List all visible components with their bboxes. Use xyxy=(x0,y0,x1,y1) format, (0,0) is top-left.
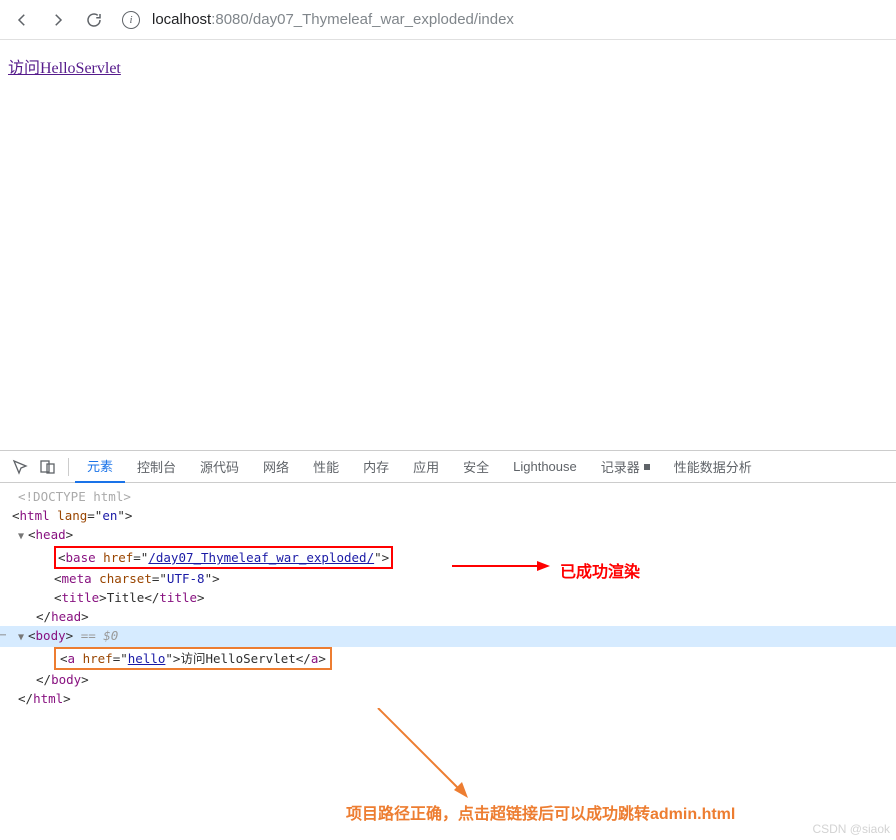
orange-arrow xyxy=(370,708,480,808)
code-line[interactable]: ▼<head> xyxy=(12,525,896,546)
code-line[interactable]: </html> xyxy=(12,689,896,708)
browser-toolbar: i localhost:8080/day07_Thymeleaf_war_exp… xyxy=(0,0,896,40)
tab-perfdata[interactable]: 性能数据分析 xyxy=(662,451,764,483)
url-text: localhost:8080/day07_Thymeleaf_war_explo… xyxy=(152,11,514,28)
devtools-toolbar: 元素 控制台 源代码 网络 性能 内存 应用 安全 Lighthouse 记录器… xyxy=(0,451,896,483)
code-line[interactable]: </body> xyxy=(12,670,896,689)
device-icon[interactable] xyxy=(34,459,62,475)
forward-button[interactable] xyxy=(40,2,76,38)
tab-memory[interactable]: 内存 xyxy=(351,451,401,483)
code-line[interactable]: <html lang="en"> xyxy=(12,506,896,525)
code-line-anchor[interactable]: <a href="hello">访问HelloServlet</a> xyxy=(12,647,896,670)
tab-sources[interactable]: 源代码 xyxy=(188,451,251,483)
tab-recorder[interactable]: 记录器 xyxy=(589,451,662,483)
code-line-selected[interactable]: ▼<body> == $0 xyxy=(0,626,896,647)
annotation-orange: 项目路径正确，点击超链接后可以成功跳转admin.html xyxy=(346,800,735,824)
servlet-link[interactable]: 访问HelloServlet xyxy=(8,60,121,77)
watermark: CSDN @siaok xyxy=(812,822,890,836)
tab-application[interactable]: 应用 xyxy=(401,451,451,483)
tab-security[interactable]: 安全 xyxy=(451,451,501,483)
page-content: 访问HelloServlet xyxy=(0,40,896,450)
arrow-right-icon xyxy=(49,11,67,29)
code-line-base[interactable]: <base href="/day07_Thymeleaf_war_explode… xyxy=(12,546,896,569)
address-bar[interactable]: i localhost:8080/day07_Thymeleaf_war_exp… xyxy=(122,5,892,35)
separator xyxy=(68,458,69,476)
devtools-panel: 元素 控制台 源代码 网络 性能 内存 应用 安全 Lighthouse 记录器… xyxy=(0,450,896,712)
arrow-left-icon xyxy=(13,11,31,29)
code-line[interactable]: <!DOCTYPE html> xyxy=(12,487,896,506)
tab-performance[interactable]: 性能 xyxy=(301,451,351,483)
reload-button[interactable] xyxy=(76,2,112,38)
code-line[interactable]: <title>Title</title> xyxy=(12,588,896,607)
tab-lighthouse[interactable]: Lighthouse xyxy=(501,451,589,483)
reload-icon xyxy=(85,11,103,29)
tab-console[interactable]: 控制台 xyxy=(125,451,188,483)
elements-panel[interactable]: <!DOCTYPE html> <html lang="en"> ▼<head>… xyxy=(0,483,896,712)
code-line[interactable]: <meta charset="UTF-8"> xyxy=(12,569,896,588)
tab-network[interactable]: 网络 xyxy=(251,451,301,483)
back-button[interactable] xyxy=(4,2,40,38)
info-icon[interactable]: i xyxy=(122,11,140,29)
tab-elements[interactable]: 元素 xyxy=(75,451,125,483)
annotation-red: 已成功渲染 xyxy=(560,558,640,582)
inspect-icon[interactable] xyxy=(6,459,34,475)
code-line[interactable]: </head> xyxy=(12,607,896,626)
